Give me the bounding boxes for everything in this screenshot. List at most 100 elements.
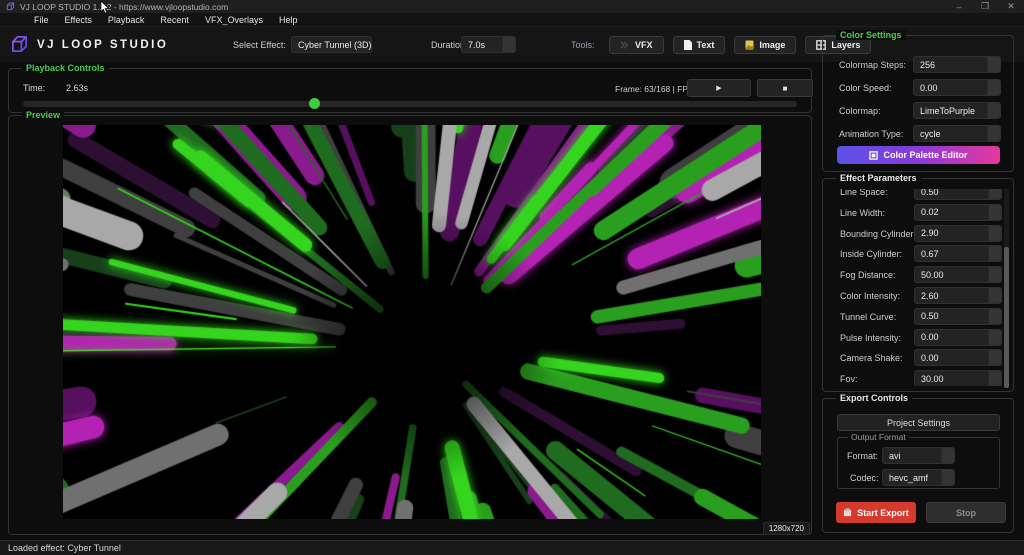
menu-item-playback[interactable]: Playback	[100, 15, 153, 25]
image-icon	[745, 40, 754, 50]
preview-canvas[interactable]	[63, 125, 761, 519]
image-tool-button[interactable]: Image	[734, 36, 796, 54]
effect-parameters-group: Effect Parameters Line Space:0.50Line Wi…	[822, 178, 1014, 392]
color-palette-editor-label: Color Palette Editor	[883, 150, 967, 160]
select-effect-dropdown[interactable]: Cyber Tunnel (3D)	[291, 36, 372, 53]
color-speed-input-spinner[interactable]	[987, 80, 1000, 95]
colormap-steps-input-value: 256	[914, 60, 987, 70]
line-space-row: Line Space:0.50	[824, 189, 1002, 200]
tunnel-curve-input-spinner[interactable]	[988, 309, 1001, 324]
colormap-input-spinner[interactable]	[987, 103, 1000, 118]
camera-shake-input[interactable]: 0.00	[914, 349, 1002, 366]
colormap-row: Colormap: LimeToPurple	[823, 102, 1013, 119]
preview-title: Preview	[22, 110, 64, 120]
colormap-steps-input[interactable]: 256	[913, 56, 1001, 73]
pulse-intensity-input[interactable]: 0.00	[914, 329, 1002, 346]
color-intensity-input-spinner[interactable]	[988, 288, 1001, 303]
menu-item-file[interactable]: File	[26, 15, 57, 25]
fov-label: Fov:	[840, 374, 858, 384]
playback-controls-group: Playback Controls Time: 2.63s Frame: 63/…	[8, 68, 812, 113]
format-value: avi	[883, 451, 941, 461]
line-width-label: Line Width:	[840, 208, 885, 218]
animation-type-input-spinner[interactable]	[987, 126, 1000, 141]
pulse-intensity-input-spinner[interactable]	[988, 330, 1001, 345]
fog-distance-row: Fog Distance: 50.00	[824, 266, 1002, 283]
colormap-label: Colormap:	[839, 106, 881, 116]
duration-spinner[interactable]	[502, 37, 515, 52]
image-tool-label: Image	[759, 40, 785, 50]
resolution-badge: 1280x720	[763, 522, 810, 535]
inside-cylinder-input-spinner[interactable]	[988, 246, 1001, 261]
codec-spinner[interactable]	[941, 470, 954, 485]
preview-group: Preview 1280x720	[8, 115, 812, 535]
close-button[interactable]: ✕	[998, 0, 1024, 13]
color-speed-input[interactable]: 0.00	[913, 79, 1001, 96]
export-controls-group: Export Controls Project Settings Output …	[822, 398, 1014, 533]
effect-parameters-title: Effect Parameters	[836, 173, 921, 183]
start-export-button[interactable]: Start Export	[836, 502, 916, 523]
animation-type-label: Animation Type:	[839, 129, 903, 139]
export-controls-title: Export Controls	[836, 393, 912, 403]
timeline-slider[interactable]	[23, 101, 797, 107]
animation-type-input[interactable]: cycle	[913, 125, 1001, 142]
stop-export-button[interactable]: Stop	[926, 502, 1006, 523]
fog-distance-label: Fog Distance:	[840, 270, 896, 280]
colormap-input-value: LimeToPurple	[914, 106, 987, 116]
menu-item-recent[interactable]: Recent	[152, 15, 197, 25]
stop-export-label: Stop	[956, 508, 976, 518]
select-effect-label: Select Effect:	[233, 40, 286, 50]
play-button[interactable]: ▶	[687, 79, 751, 97]
export-icon	[843, 508, 852, 517]
color-intensity-input[interactable]: 2.60	[914, 287, 1002, 304]
inside-cylinder-input-value: 0.67	[915, 249, 988, 259]
line-width-row: Line Width: 0.02	[824, 204, 1002, 221]
menu-item-vfx-overlays[interactable]: VFX_Overlays	[197, 15, 271, 25]
maximize-button[interactable]: ❐	[972, 0, 998, 13]
colormap-input[interactable]: LimeToPurple	[913, 102, 1001, 119]
tunnel-curve-row: Tunnel Curve:0.50	[824, 308, 1002, 325]
codec-input[interactable]: hevc_amf	[882, 469, 955, 486]
play-icon: ▶	[716, 84, 721, 92]
format-input[interactable]: avi	[882, 447, 955, 464]
stop-playback-button[interactable]: ■	[757, 79, 813, 97]
duration-input[interactable]: 7.0s	[461, 36, 516, 53]
project-settings-button[interactable]: Project Settings	[837, 414, 1000, 431]
output-format-title: Output Format	[848, 432, 909, 442]
tunnel-curve-input[interactable]: 0.50	[914, 308, 1002, 325]
line-space-input[interactable]: 0.50	[914, 189, 1002, 200]
inside-cylinder-input[interactable]: 0.67	[914, 245, 1002, 262]
line-width-input[interactable]: 0.02	[914, 204, 1002, 221]
animation-type-row: Animation Type: cycle	[823, 125, 1013, 142]
stop-icon: ■	[783, 84, 788, 93]
project-settings-label: Project Settings	[887, 418, 950, 428]
fog-distance-input[interactable]: 50.00	[914, 266, 1002, 283]
output-format-group: Output Format Format: avi Codec: hevc_am…	[837, 437, 1000, 489]
camera-shake-label: Camera Shake:	[840, 353, 903, 363]
format-spinner[interactable]	[941, 448, 954, 463]
line-width-input-spinner[interactable]	[988, 205, 1001, 220]
colormap-steps-input-spinner[interactable]	[987, 57, 1000, 72]
line-space-input-value: 0.50	[915, 189, 988, 197]
fog-distance-input-spinner[interactable]	[988, 267, 1001, 282]
bounding-cylinder-input[interactable]: 2.90	[914, 225, 1002, 242]
line-space-input-spinner[interactable]	[988, 189, 1001, 199]
camera-shake-row: Camera Shake: 0.00	[824, 349, 1002, 366]
effect-parameters-scrollbar[interactable]	[1004, 189, 1009, 386]
bounding-cylinder-input-spinner[interactable]	[988, 226, 1001, 241]
fov-input-spinner[interactable]	[988, 371, 1001, 386]
camera-shake-input-spinner[interactable]	[988, 350, 1001, 365]
timeline-slider-thumb[interactable]	[309, 98, 320, 109]
palette-icon	[869, 151, 878, 160]
vfx-tool-button[interactable]: VFX	[609, 36, 664, 54]
menu-item-effects[interactable]: Effects	[57, 15, 100, 25]
statusbar: Loaded effect: Cyber Tunnel	[0, 540, 1024, 555]
text-tool-button[interactable]: Text	[673, 36, 726, 54]
menu-item-help[interactable]: Help	[271, 15, 306, 25]
scrollbar-thumb[interactable]	[1004, 247, 1009, 388]
fov-input[interactable]: 30.00	[914, 370, 1002, 386]
time-value: 2.63s	[66, 83, 88, 93]
minimize-button[interactable]: –	[946, 0, 972, 13]
effect-parameters-rows: Line Space:0.50Line Width:0.02Bounding C…	[824, 189, 1002, 386]
colormap-steps-row: Colormap Steps:256	[823, 56, 1013, 73]
color-palette-editor-button[interactable]: Color Palette Editor	[837, 146, 1000, 164]
